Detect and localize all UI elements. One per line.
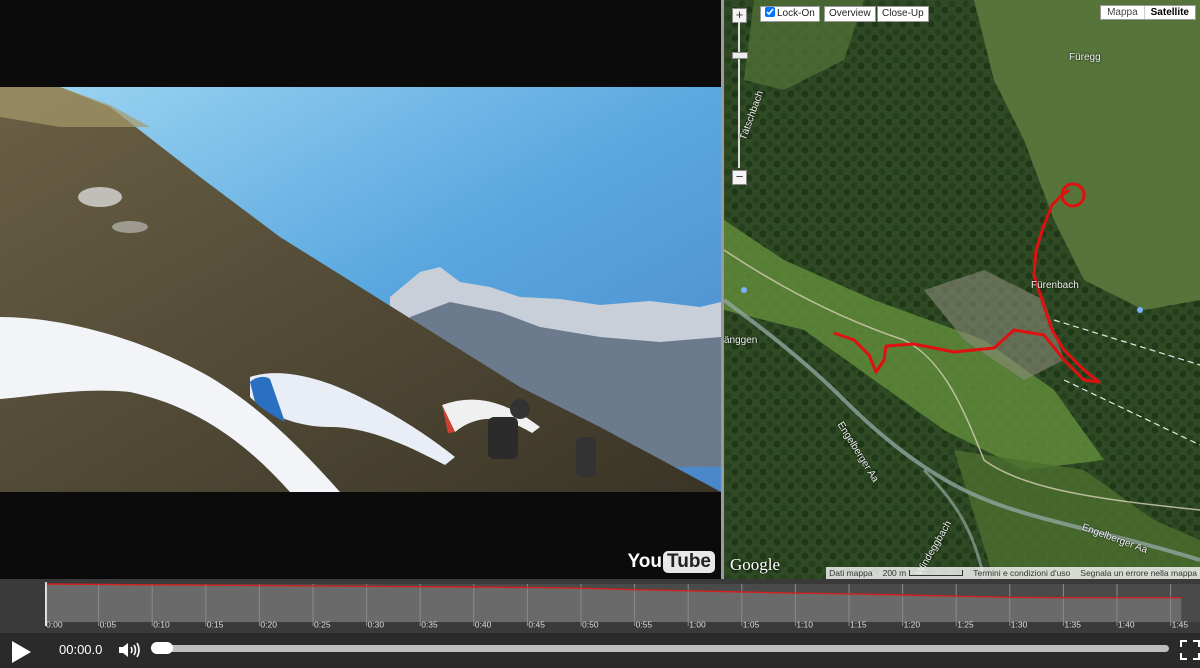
place-label-fuerenbach: Fürenbach [1031,280,1079,291]
map-report-error-link[interactable]: Segnala un errore nella mappa [1080,568,1197,578]
map-scale: 200 m [883,568,964,578]
lock-on-checkbox[interactable] [765,7,775,17]
place-label-fueregg: Füregg [1069,52,1101,63]
play-button[interactable] [12,641,31,663]
timeline-tick-label: 0:50 [582,620,599,629]
close-up-button[interactable]: Close-Up [877,6,929,22]
timeline-tick-label: 0:15 [207,620,224,629]
satellite-map[interactable]: + − Lock-On Overview Close-Up Mappa Sate… [724,0,1200,579]
timeline-tick-label: 1:35 [1064,620,1081,629]
timeline-tick-label: 1:40 [1118,620,1135,629]
timeline-tick-label: 0:45 [528,620,545,629]
google-logo[interactable]: Google [730,555,780,575]
timeline-tick-label: 1:30 [1011,620,1028,629]
timeline-tick-label: 1:05 [743,620,760,629]
progress-thumb[interactable] [151,642,173,654]
overview-button[interactable]: Overview [824,6,876,22]
timeline-tick-label: 0:40 [475,620,492,629]
zoom-slider-thumb[interactable] [732,52,748,59]
video-player[interactable]: You Tube [0,0,721,579]
timeline-tick-label: 1:25 [957,620,974,629]
map-type-toggle[interactable]: Mappa Satellite [1100,5,1196,20]
timeline-tick-label: 1:20 [904,620,921,629]
map-imagery [724,0,1200,579]
zoom-slider-track[interactable] [738,22,740,168]
timeline-tick-label: 0:25 [314,620,331,629]
progress-track[interactable] [160,645,1169,652]
timeline-tick-label: 0:55 [636,620,653,629]
timeline-tick-label: 0:35 [421,620,438,629]
current-time-display: 00:00.0 [59,642,103,657]
map-scale-label: 200 m [882,568,907,578]
video-frame[interactable] [0,87,721,492]
fullscreen-icon[interactable] [1180,640,1200,660]
timeline-tick-label: 1:45 [1172,620,1189,629]
zoom-out-button[interactable]: − [732,170,747,185]
timeline-tick-label: 0:20 [260,620,277,629]
map-scale-bar [909,570,964,576]
timeline-tick-label: 0:00 [46,620,63,629]
volume-icon[interactable] [117,640,143,660]
lock-on-toggle[interactable]: Lock-On [760,6,820,22]
lock-on-label: Lock-On [777,8,815,19]
altitude-profile-chart[interactable]: 0:00 0:05 0:10 0:15 0:20 0:25 0:30 0:35 0:40 0:45… [45,582,1200,628]
timeline-panel[interactable]: 0:00 0:05 0:10 0:15 0:20 0:25 0:30 0:35 0:40 0:45… [0,579,1200,633]
timeline-tick-label: 1:15 [850,620,867,629]
video-controls-bar: 00:00.0 [0,633,1200,668]
timeline-tick-label: 0:10 [153,620,170,629]
timeline-tick-label: 1:10 [796,620,813,629]
youtube-logo-tube: Tube [663,551,715,573]
map-terms-link[interactable]: Termini e condizioni d'uso [973,568,1070,578]
timeline-tick-label: 1:00 [689,620,706,629]
zoom-in-button[interactable]: + [732,8,747,23]
map-type-satellite[interactable]: Satellite [1143,6,1195,19]
timeline-tick-label: 0:05 [100,620,117,629]
map-data-link[interactable]: Dati mappa [829,568,872,578]
timeline-tick-label: 0:30 [368,620,385,629]
map-attribution-bar: Dati mappa 200 m Termini e condizioni d'… [826,567,1200,579]
youtube-logo-you: You [627,551,663,572]
map-type-map[interactable]: Mappa [1101,6,1144,19]
place-label-aenggen: änggen [724,335,758,346]
youtube-logo[interactable]: You Tube [628,551,715,573]
